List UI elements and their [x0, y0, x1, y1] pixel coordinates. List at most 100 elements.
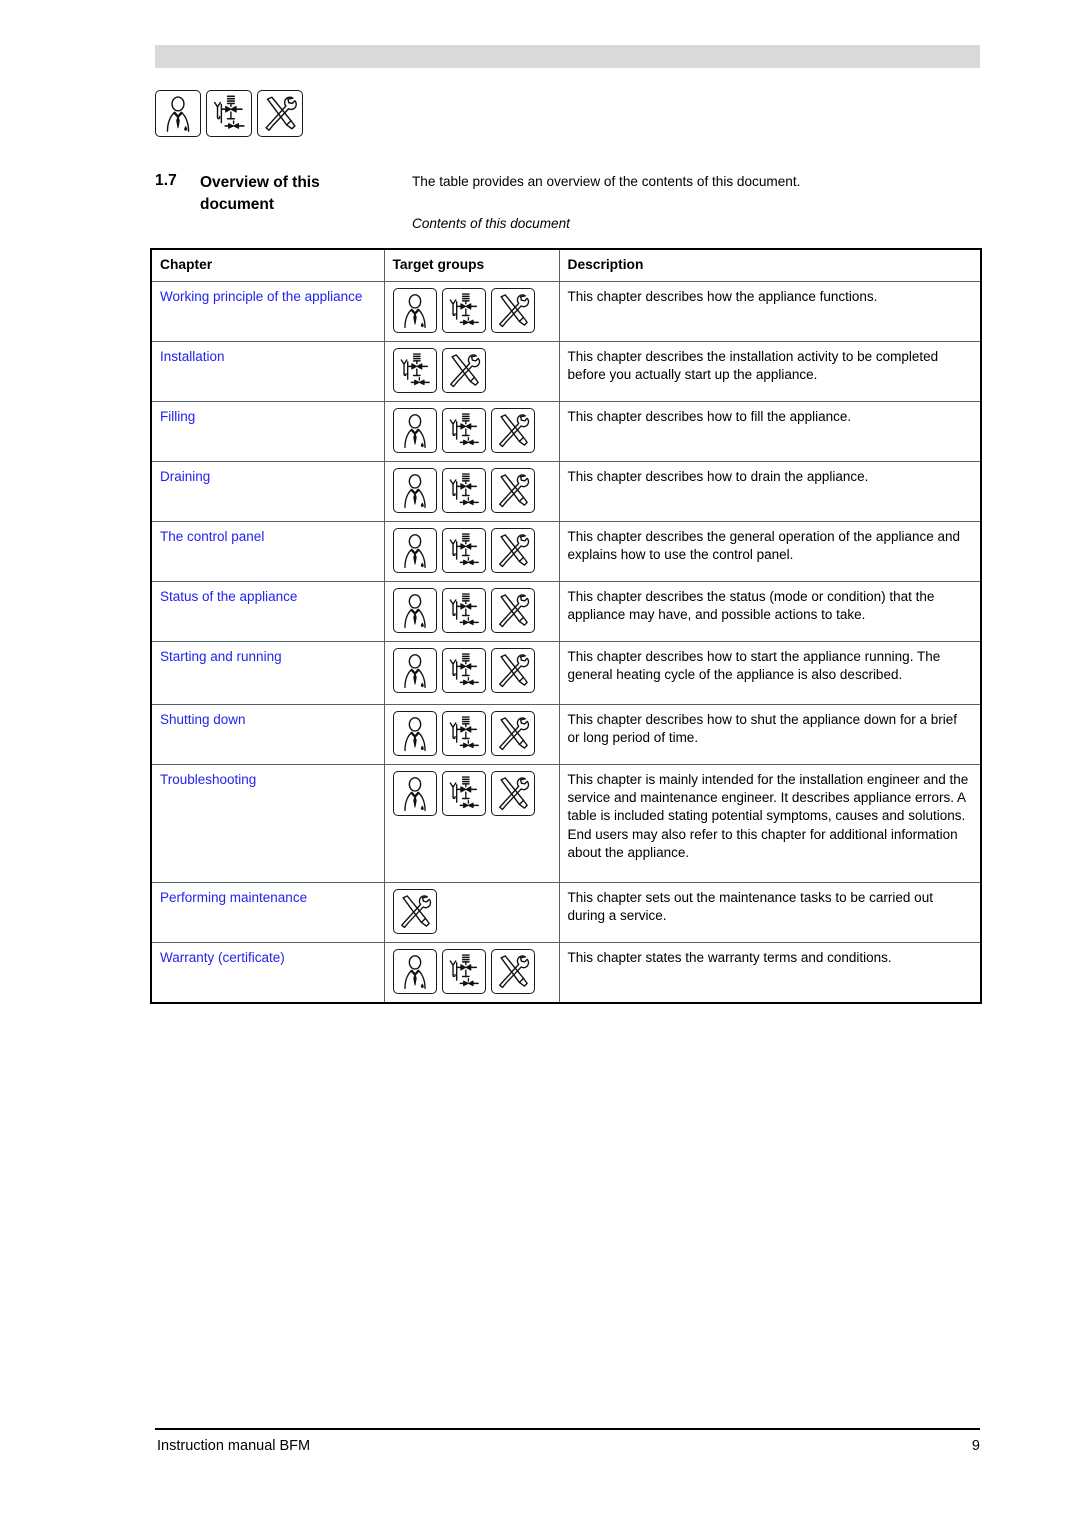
end-user-icon — [155, 90, 201, 137]
installation-engineer-icon — [441, 287, 486, 333]
table-row: Troubleshooting This chapter is mainly i… — [150, 763, 982, 883]
chapter-cell: Starting and running — [150, 640, 385, 705]
table-row: Filling This chapter describes how to fi… — [150, 400, 982, 462]
target-groups-cell — [383, 340, 560, 402]
service-engineer-icon — [441, 347, 486, 393]
header-icon-strip — [155, 90, 303, 137]
chapter-cell: Shutting down — [150, 703, 385, 765]
target-groups-cell — [383, 640, 560, 705]
service-engineer-icon — [490, 527, 535, 573]
target-groups-cell — [383, 280, 560, 342]
description-cell: This chapter describes the status (mode … — [558, 580, 982, 642]
chapter-link[interactable]: Warranty (certificate) — [160, 950, 285, 965]
target-groups-cell — [383, 941, 560, 1004]
target-group-icons — [392, 287, 551, 333]
installation-engineer-icon — [441, 770, 486, 816]
installation-engineer-icon — [441, 587, 486, 633]
end-user-icon — [392, 287, 437, 333]
target-groups-cell — [383, 520, 560, 582]
target-groups-cell — [383, 763, 560, 883]
description-cell: This chapter describes how to shut the a… — [558, 703, 982, 765]
end-user-icon — [392, 527, 437, 573]
installation-engineer-icon — [441, 407, 486, 453]
end-user-icon — [392, 647, 437, 693]
table-row: Starting and running This chapter descri… — [150, 640, 982, 705]
column-header-description: Description — [558, 247, 982, 282]
table-body: Working principle of the appliance This … — [150, 280, 982, 1004]
service-engineer-icon — [490, 407, 535, 453]
description-cell: This chapter describes the general opera… — [558, 520, 982, 582]
installation-engineer-icon — [392, 347, 437, 393]
service-engineer-icon — [490, 948, 535, 994]
target-groups-cell — [383, 460, 560, 522]
chapter-cell: Status of the appliance — [150, 580, 385, 642]
chapter-cell: Troubleshooting — [150, 763, 385, 883]
table-row: Performing maintenance This chapter sets… — [150, 881, 982, 943]
installation-engineer-icon — [441, 467, 486, 513]
target-groups-cell — [383, 580, 560, 642]
table-head: Chapter Target groups Description — [150, 247, 982, 282]
table-row: Warranty (certificate) This chapter stat… — [150, 941, 982, 1004]
description-cell: This chapter describes the installation … — [558, 340, 982, 402]
chapter-link[interactable]: Shutting down — [160, 712, 246, 727]
table-row: Installation This chapter describes the … — [150, 340, 982, 402]
target-groups-cell — [383, 881, 560, 943]
chapter-cell: Warranty (certificate) — [150, 941, 385, 1004]
chapter-link[interactable]: Filling — [160, 409, 195, 424]
chapter-cell: Working principle of the appliance — [150, 280, 385, 342]
service-engineer-icon — [490, 587, 535, 633]
installation-engineer-icon — [441, 948, 486, 994]
installation-engineer-icon — [441, 710, 486, 756]
installation-engineer-icon — [441, 527, 486, 573]
description-cell: This chapter states the warranty terms a… — [558, 941, 982, 1004]
table-header-row: Chapter Target groups Description — [150, 247, 982, 282]
description-cell: This chapter describes how to drain the … — [558, 460, 982, 522]
chapter-link[interactable]: Performing maintenance — [160, 890, 307, 905]
chapter-link[interactable]: The control panel — [160, 529, 264, 544]
target-group-icons — [392, 647, 551, 693]
chapter-cell: The control panel — [150, 520, 385, 582]
target-groups-cell — [383, 400, 560, 462]
end-user-icon — [392, 710, 437, 756]
description-cell: This chapter sets out the maintenance ta… — [558, 881, 982, 943]
intro-paragraph: The table provides an overview of the co… — [412, 174, 801, 189]
target-group-icons — [392, 888, 551, 934]
chapter-cell: Performing maintenance — [150, 881, 385, 943]
chapter-link[interactable]: Starting and running — [160, 649, 282, 664]
end-user-icon — [392, 948, 437, 994]
column-header-chapter: Chapter — [150, 247, 385, 282]
service-engineer-icon — [490, 770, 535, 816]
service-engineer-icon — [490, 467, 535, 513]
table-caption: Contents of this document — [412, 216, 570, 231]
end-user-icon — [392, 467, 437, 513]
end-user-icon — [392, 587, 437, 633]
footer-divider — [155, 1428, 980, 1430]
table-row: Shutting down This chapter describes how… — [150, 703, 982, 765]
chapter-link[interactable]: Status of the appliance — [160, 589, 297, 604]
target-group-icons — [392, 710, 551, 756]
target-group-icons — [392, 948, 551, 994]
service-engineer-icon — [257, 90, 303, 137]
end-user-icon — [392, 770, 437, 816]
service-engineer-icon — [490, 647, 535, 693]
description-cell: This chapter describes how to start the … — [558, 640, 982, 705]
description-cell: This chapter describes how to fill the a… — [558, 400, 982, 462]
chapter-link[interactable]: Working principle of the appliance — [160, 289, 362, 304]
chapter-link[interactable]: Installation — [160, 349, 225, 364]
target-group-icons — [392, 467, 551, 513]
description-cell: This chapter is mainly intended for the … — [558, 763, 982, 883]
target-groups-cell — [383, 703, 560, 765]
chapter-link[interactable]: Troubleshooting — [160, 772, 256, 787]
end-user-icon — [392, 407, 437, 453]
table-row: Draining This chapter describes how to d… — [150, 460, 982, 522]
chapter-link[interactable]: Draining — [160, 469, 210, 484]
table-row: Status of the appliance This chapter des… — [150, 580, 982, 642]
contents-table: Chapter Target groups Description Workin… — [150, 247, 982, 1004]
column-header-target-groups: Target groups — [383, 247, 560, 282]
chapter-cell: Filling — [150, 400, 385, 462]
target-group-icons — [392, 527, 551, 573]
target-group-icons — [392, 587, 551, 633]
installation-engineer-icon — [441, 647, 486, 693]
chapter-cell: Installation — [150, 340, 385, 402]
section-number: 1.7 — [155, 172, 177, 189]
